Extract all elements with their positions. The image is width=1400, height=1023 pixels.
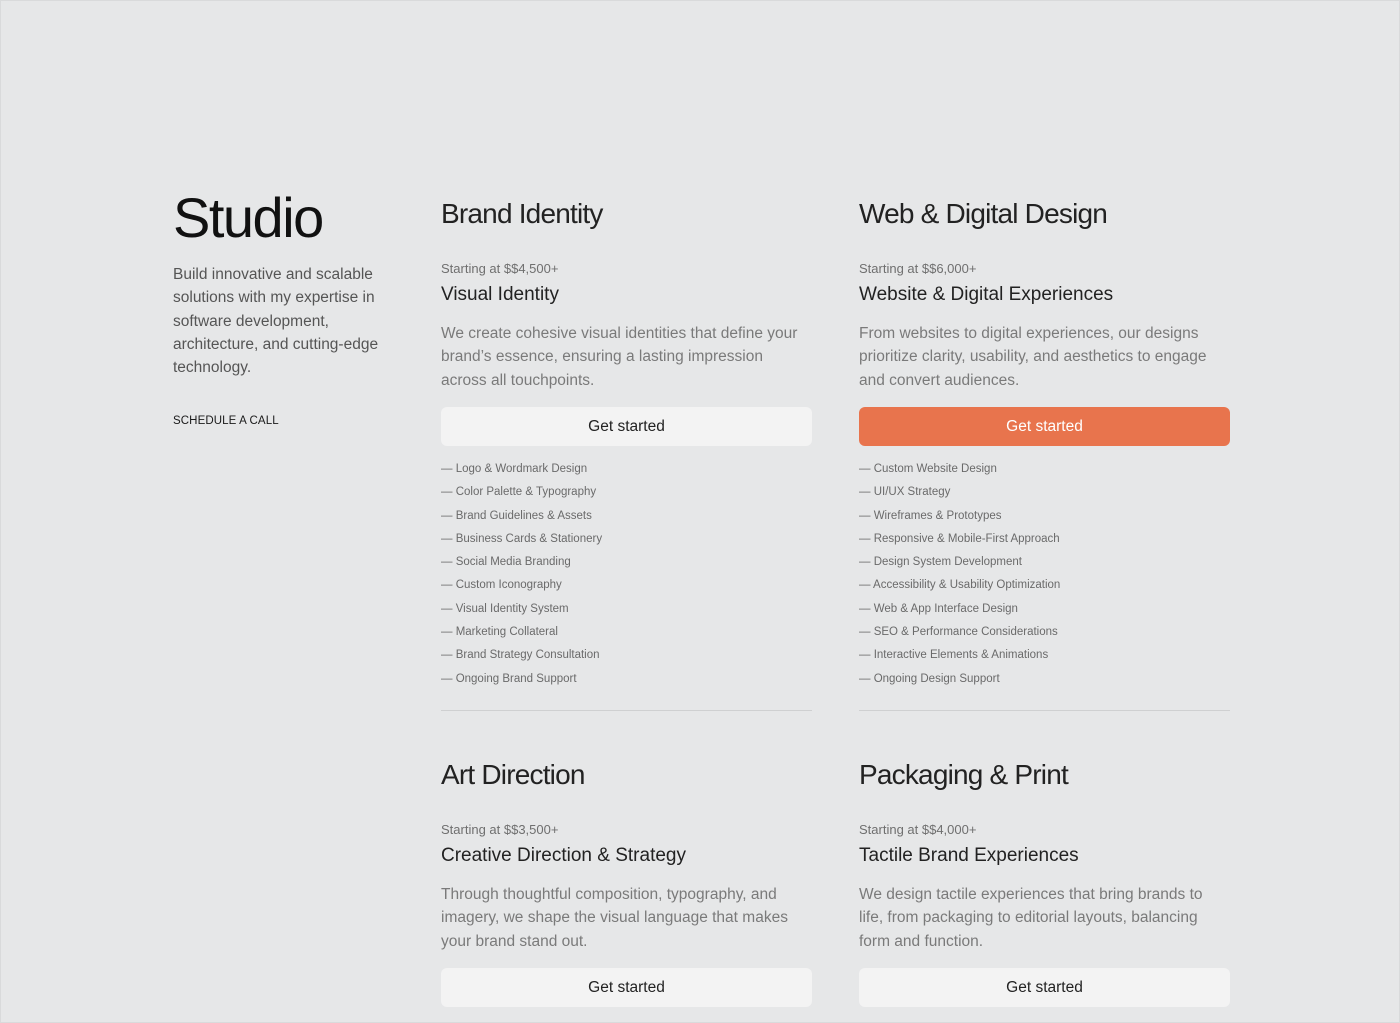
service-description: We create cohesive visual identities tha… [441,325,798,389]
service-description: From websites to digital experiences, ou… [859,325,1207,389]
feature-item: — Brand Guidelines & Assets [441,509,592,522]
feature-item: — Logo & Wordmark Design [441,463,588,475]
service-subtitle: Tactile Brand Experiences [859,845,1079,866]
feature-item: — Social Media Branding [441,556,571,569]
feature-item: — Business Cards & Stationery [441,532,603,545]
get-started-button[interactable]: Get started [859,968,1230,1007]
schedule-call-link[interactable]: SCHEDULE A CALL [173,415,279,427]
service-price: Starting at $$6,000+ [859,261,977,276]
feature-item: — UI/UX Strategy [859,486,951,499]
service-subtitle: Creative Direction & Strategy [441,845,686,866]
feature-list: — Logo & Wordmark Design — Color Palette… [441,462,812,695]
feature-list: — Custom Website Design — UI/UX Strategy… [859,462,1230,695]
feature-item: — Responsive & Mobile-First Approach [859,532,1060,545]
feature-item: — Web & App Interface Design [859,602,1018,615]
feature-item: — Marketing Collateral [441,626,558,639]
feature-item: — Brand Strategy Consultation [441,649,600,662]
feature-item: — SEO & Performance Considerations [859,626,1058,639]
service-price: Starting at $$4,000+ [859,822,977,837]
service-price: Starting at $$3,500+ [441,822,559,837]
feature-item: — Design System Development [859,556,1022,569]
service-card-brand-identity: Brand Identity Starting at $$4,500+ Visu… [441,198,812,711]
intro-description: Build innovative and scalable solutions … [173,266,379,377]
service-title: Packaging & Print [859,759,1069,790]
section-divider [859,709,1230,711]
studio-intro: Studio Build innovative and scalable sol… [173,189,387,429]
service-description: We design tactile experiences that bring… [859,886,1203,950]
get-started-button[interactable]: Get started [441,968,812,1007]
service-title: Web & Digital Design [859,198,1108,229]
get-started-button[interactable]: Get started [859,407,1230,446]
feature-item: — Interactive Elements & Animations [859,649,1049,662]
feature-item: — Ongoing Design Support [859,672,1000,685]
service-subtitle: Website & Digital Experiences [859,284,1114,305]
feature-item: — Wireframes & Prototypes [859,509,1002,522]
service-card-art-direction: Art Direction Starting at $$3,500+ Creat… [441,759,812,1007]
feature-item: — Custom Website Design [859,463,997,475]
service-card-packaging-print: Packaging & Print Starting at $$4,000+ T… [859,759,1230,1007]
feature-item: — Accessibility & Usability Optimization [859,579,1061,592]
page-frame: Studio Build innovative and scalable sol… [0,0,1400,1023]
service-title: Brand Identity [441,198,603,229]
feature-item: — Visual Identity System [441,602,569,615]
feature-item: — Ongoing Brand Support [441,672,577,685]
feature-item: — Custom Iconography [441,579,562,592]
service-title: Art Direction [441,759,585,790]
service-description: Through thoughtful composition, typograp… [441,886,788,950]
feature-item: — Color Palette & Typography [441,486,597,499]
service-subtitle: Visual Identity [441,284,559,305]
service-card-web-digital-design: Web & Digital Design Starting at $$6,000… [859,198,1230,711]
get-started-button[interactable]: Get started [441,407,812,446]
service-price: Starting at $$4,500+ [441,261,559,276]
section-divider [441,709,812,711]
page-title: Studio [173,186,324,249]
